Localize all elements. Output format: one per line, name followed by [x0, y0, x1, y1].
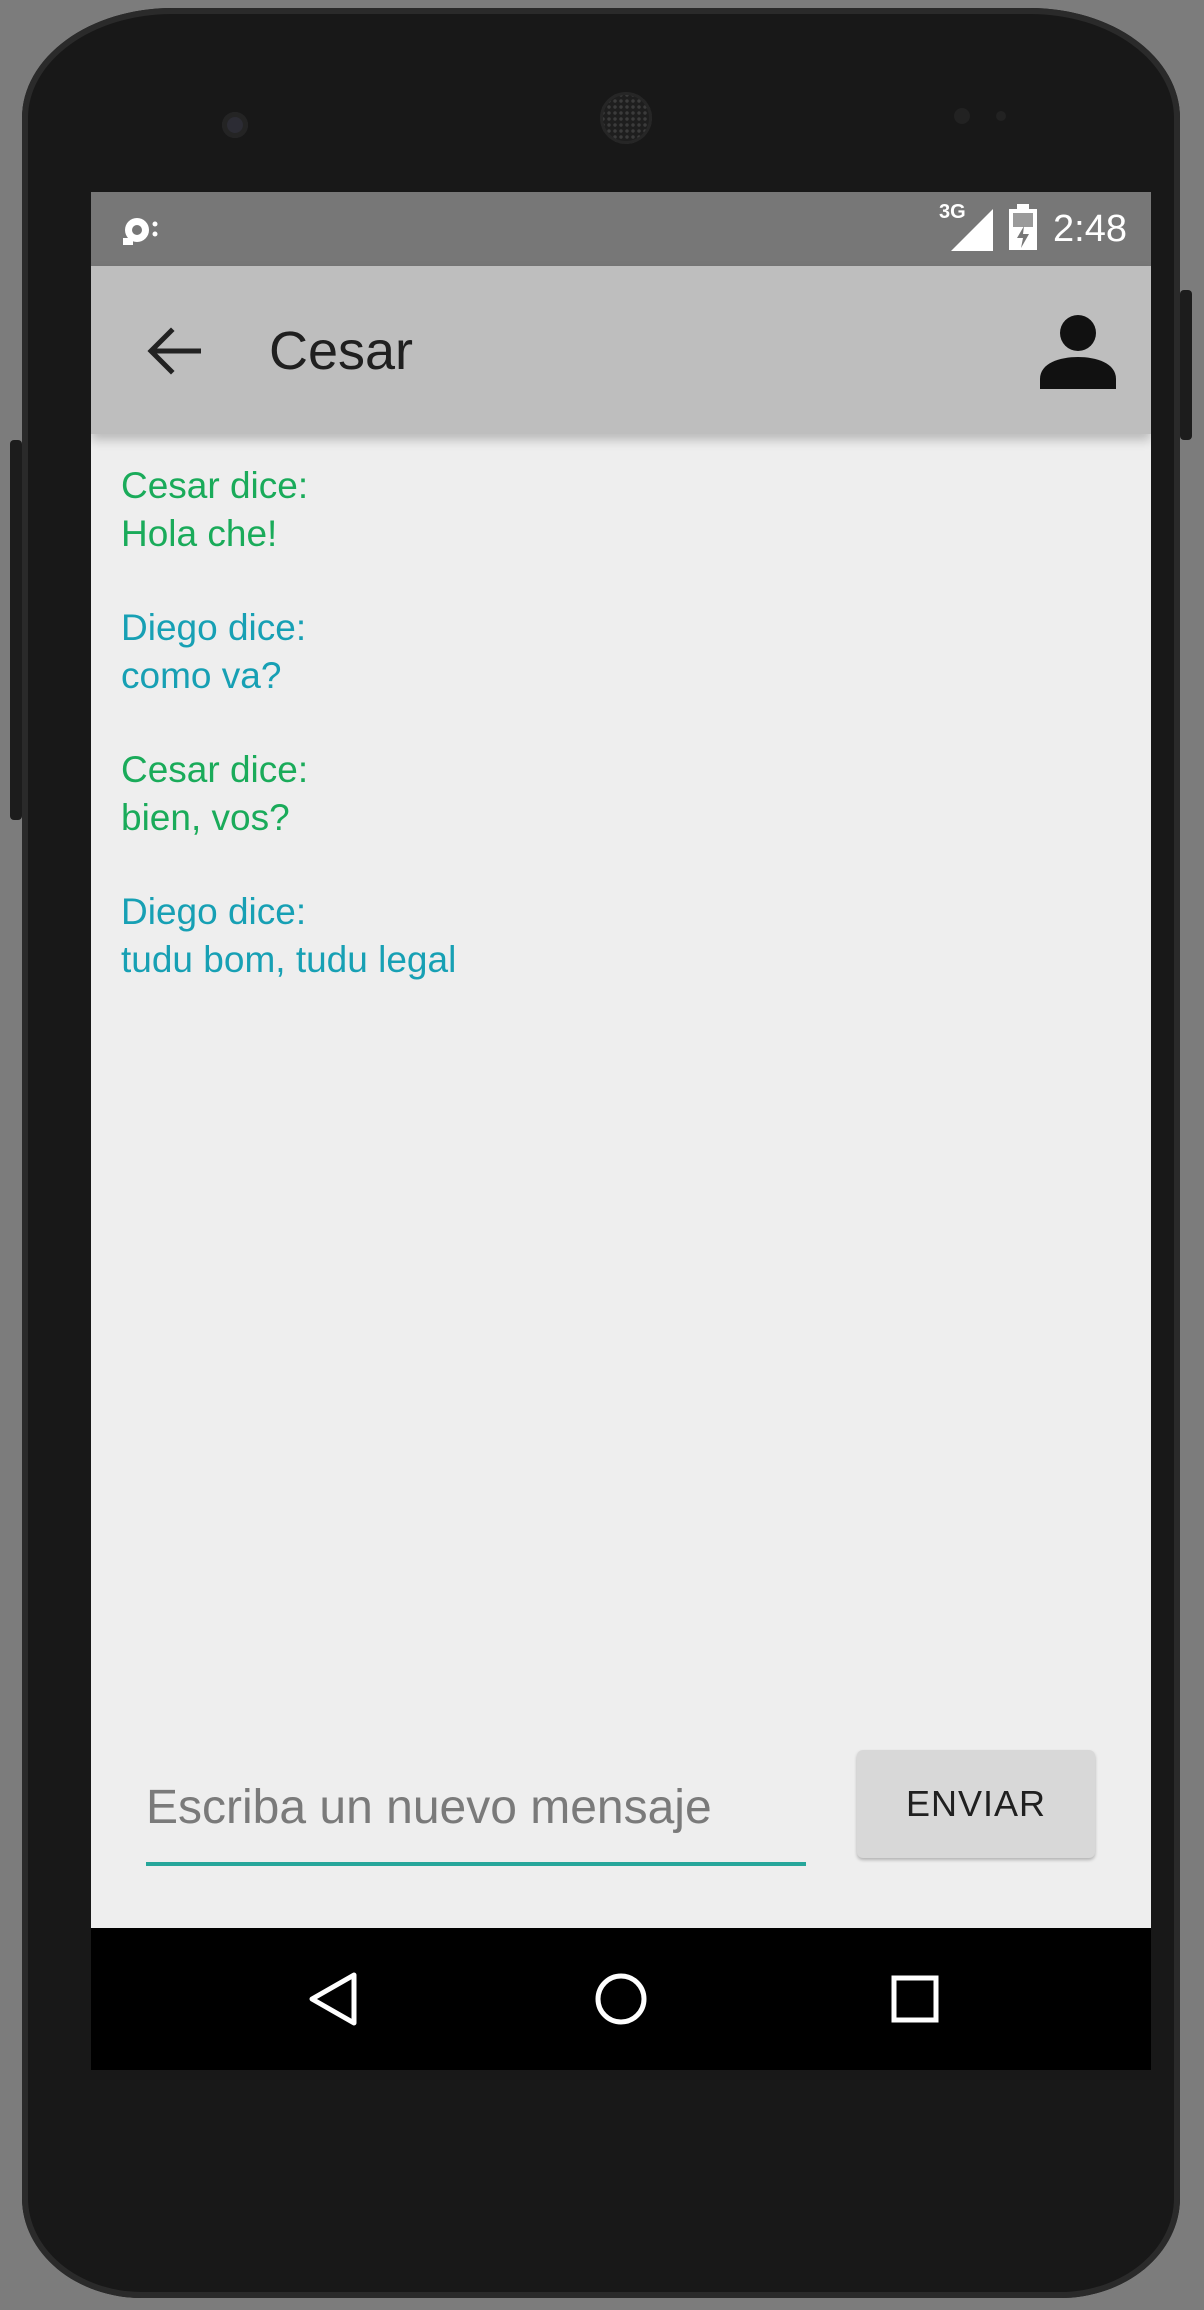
message-composer: ENVIAR: [91, 1682, 1151, 1932]
earpiece-speaker: [600, 92, 652, 144]
phone-frame: 3G 2:48 Cesar Cesar dice: Hola che! Dieg…: [10, 8, 1192, 2298]
message-sender: Cesar dice:: [121, 749, 309, 790]
person-icon: [1040, 315, 1116, 389]
proximity-sensor: [954, 108, 970, 124]
message-item: Cesar dice: Hola che!: [121, 462, 1121, 558]
message-item: Diego dice: tudu bom, tudu legal: [121, 888, 1121, 984]
arrow-back-icon: [147, 327, 201, 375]
status-icons: 3G 2:48: [939, 201, 1127, 255]
square-recents-icon: [891, 1975, 939, 2023]
front-camera: [222, 112, 248, 138]
light-sensor: [996, 111, 1006, 121]
nav-recents-button[interactable]: [880, 1964, 950, 2034]
navigation-bar: [91, 1928, 1151, 2070]
status-clock: 2:48: [1053, 207, 1127, 250]
message-sender: Diego dice:: [121, 607, 307, 648]
chat-title: Cesar: [269, 321, 414, 381]
sync-icon: [119, 212, 165, 253]
triangle-back-icon: [309, 1972, 357, 2026]
profile-button[interactable]: [1033, 306, 1123, 396]
power-button: [1180, 290, 1192, 440]
message-input[interactable]: [146, 1762, 806, 1852]
message-input-wrapper: [146, 1762, 806, 1872]
volume-button: [10, 440, 22, 820]
back-button[interactable]: [139, 316, 209, 386]
status-bar: 3G 2:48: [91, 192, 1151, 266]
message-item: Cesar dice: bien, vos?: [121, 746, 1121, 842]
nav-home-button[interactable]: [586, 1964, 656, 2034]
signal-3g-icon: 3G: [939, 201, 994, 251]
battery-icon: [1009, 203, 1038, 255]
nav-back-button[interactable]: [297, 1964, 367, 2034]
message-text: bien, vos?: [121, 797, 290, 838]
message-item: Diego dice: como va?: [121, 604, 1121, 700]
screen: 3G 2:48 Cesar Cesar dice: Hola che! Dieg…: [91, 192, 1151, 2070]
message-list: Cesar dice: Hola che! Diego dice: como v…: [121, 462, 1121, 1030]
input-underline: [146, 1862, 806, 1866]
send-button[interactable]: ENVIAR: [857, 1750, 1095, 1858]
message-text: tudu bom, tudu legal: [121, 939, 457, 980]
message-text: como va?: [121, 655, 282, 696]
network-type-label: 3G: [939, 201, 966, 223]
message-text: Hola che!: [121, 513, 278, 554]
app-bar: Cesar: [91, 266, 1151, 434]
circle-home-icon: [595, 1973, 647, 2025]
message-sender: Cesar dice:: [121, 465, 309, 506]
message-sender: Diego dice:: [121, 891, 307, 932]
